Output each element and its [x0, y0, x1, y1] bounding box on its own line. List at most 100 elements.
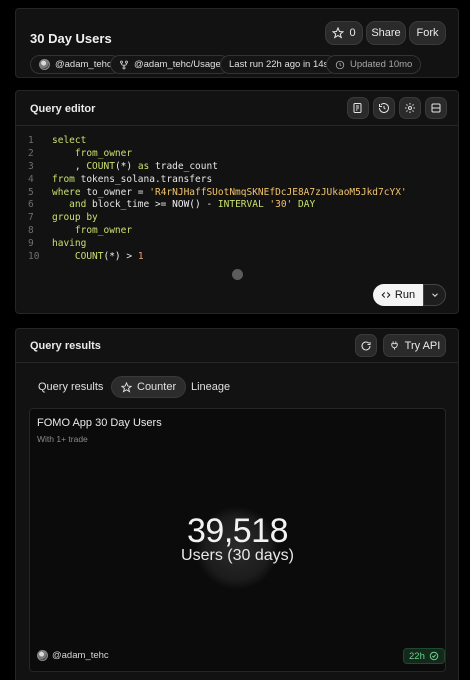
last-run-pill: Last run 22h ago in 14s	[220, 55, 338, 74]
code-token: to_owner =	[86, 186, 150, 198]
plug-icon	[390, 341, 398, 350]
line-number: 4	[28, 173, 34, 185]
try-api-label: Try API	[404, 339, 441, 352]
code-line[interactable]: 7 group by	[16, 212, 458, 225]
author-name: @adam_tehc	[55, 59, 112, 70]
results-divider	[16, 362, 458, 363]
counter-title: FOMO App 30 Day Users	[37, 417, 162, 429]
code-token: tokens_solana.transfers	[80, 173, 213, 185]
code-token: ,	[52, 160, 87, 172]
fork-button[interactable]: Fork	[409, 21, 446, 45]
code-token: 1	[137, 251, 144, 263]
query-results-card: Query results Try API Query results Coun…	[15, 328, 459, 680]
code-line[interactable]: 5 where to_owner = 'R4rNJHaffSUotNmqSKNEf…	[16, 187, 458, 200]
line-number: 1	[28, 135, 34, 146]
chevron-down-icon	[431, 293, 438, 297]
tab-label: Counter	[137, 381, 177, 393]
editor-divider	[16, 125, 458, 126]
try-api-button[interactable]: Try API	[383, 334, 446, 357]
code-token: from_owner	[52, 147, 133, 159]
query-header-card: 30 Day Users 0 Share Fork @adam_tehc @ad…	[15, 8, 459, 78]
code-token: COUNT	[52, 251, 104, 263]
repo-pill[interactable]: @adam_tehc/Usage	[110, 55, 230, 74]
code-editor[interactable]: 1 select 2 from_owner 3 , COUNT (*) as trade…	[16, 135, 458, 264]
line-number: 10	[28, 251, 40, 263]
star-icon	[121, 381, 132, 393]
code-token: (*)	[114, 160, 133, 172]
code-token: INTERVAL	[217, 199, 270, 211]
code-line[interactable]: 10 COUNT (*) > 1	[16, 251, 458, 264]
run-label: Run	[394, 289, 416, 301]
counter-label: Users (30 days)	[181, 547, 294, 564]
code-token: (*)	[103, 251, 121, 263]
code-line[interactable]: 2 from_owner	[16, 148, 458, 161]
clock-icon	[335, 60, 345, 69]
format-button[interactable]	[347, 97, 369, 119]
line-number: 2	[28, 147, 34, 159]
tab-label: Lineage	[191, 381, 231, 393]
counter-value: 39,518	[187, 512, 289, 550]
line-number: 6	[28, 199, 34, 211]
code-line[interactable]: 6 and block_time >= NOW() - INTERVAL '30…	[16, 199, 458, 212]
code-token: DAY	[292, 199, 316, 211]
tab-label: Query results	[38, 381, 104, 393]
star-icon	[332, 27, 345, 39]
code-token: as	[132, 160, 155, 172]
query-title: 30 Day Users	[30, 31, 112, 46]
history-button[interactable]	[373, 97, 395, 119]
tab-lineage[interactable]: Lineage	[182, 376, 239, 398]
layout-icon	[431, 103, 441, 113]
code-token: COUNT	[86, 160, 115, 172]
share-button[interactable]: Share	[366, 21, 406, 45]
counter-author-name: @adam_tehc	[52, 650, 109, 661]
code-token: where	[52, 186, 87, 198]
resize-handle[interactable]	[232, 269, 243, 280]
last-run-text: Last run 22h ago in 14s	[229, 59, 329, 70]
settings-button[interactable]	[399, 97, 421, 119]
freshness-text: 22h	[409, 650, 425, 662]
refresh-button[interactable]	[355, 334, 377, 357]
updated-text: Updated 10mo	[350, 59, 413, 70]
format-icon	[353, 103, 362, 113]
counter-author[interactable]: @adam_tehc	[37, 650, 109, 661]
editor-title: Query editor	[30, 103, 96, 115]
code-token: from	[52, 173, 81, 185]
results-title: Query results	[30, 340, 101, 352]
star-button[interactable]: 0	[325, 21, 363, 45]
run-icon	[381, 292, 391, 298]
code-token: -	[200, 199, 218, 211]
code-line[interactable]: 9 having	[16, 238, 458, 251]
code-line[interactable]: 8 from_owner	[16, 225, 458, 238]
counter-subtitle: With 1+ trade	[37, 434, 88, 444]
line-number: 8	[28, 225, 34, 237]
run-options-button[interactable]	[423, 284, 446, 306]
code-token: group by	[52, 212, 98, 224]
code-line[interactable]: 1 select	[16, 135, 458, 148]
check-circle-icon	[429, 651, 439, 661]
query-editor-card: Query editor 1 select 2 from_owner 3 , COUN…	[15, 90, 459, 314]
code-token: >	[120, 251, 138, 263]
code-token: and	[52, 199, 93, 211]
counter-visualization: FOMO App 30 Day Users With 1+ trade 39,5…	[29, 408, 446, 672]
line-number: 3	[28, 160, 34, 172]
code-token: trade_count	[155, 160, 218, 172]
code-line[interactable]: 3 , COUNT (*) as trade_count	[16, 161, 458, 174]
refresh-icon	[361, 340, 371, 350]
code-token: having	[52, 238, 87, 250]
line-number: 7	[28, 212, 34, 224]
run-button-group: Run	[373, 284, 446, 306]
settings-icon	[405, 103, 415, 113]
star-count: 0	[349, 27, 356, 39]
code-token: from_owner	[52, 225, 133, 237]
code-token: select	[52, 135, 87, 146]
code-line[interactable]: 4 from tokens_solana.transfers	[16, 174, 458, 187]
tab-query-results[interactable]: Query results	[29, 376, 112, 398]
code-token: 'R4rNJHaffSUotNmqSKNEfDcJE8A7zJUkaoM5Jkd…	[149, 186, 407, 198]
run-button[interactable]: Run	[373, 284, 423, 306]
tab-counter[interactable]: Counter	[111, 376, 187, 398]
code-token: '30'	[269, 199, 293, 211]
layout-button[interactable]	[425, 97, 447, 119]
author-pill[interactable]: @adam_tehc	[30, 55, 121, 74]
avatar	[37, 650, 48, 661]
repo-name: @adam_tehc/Usage	[134, 59, 221, 70]
